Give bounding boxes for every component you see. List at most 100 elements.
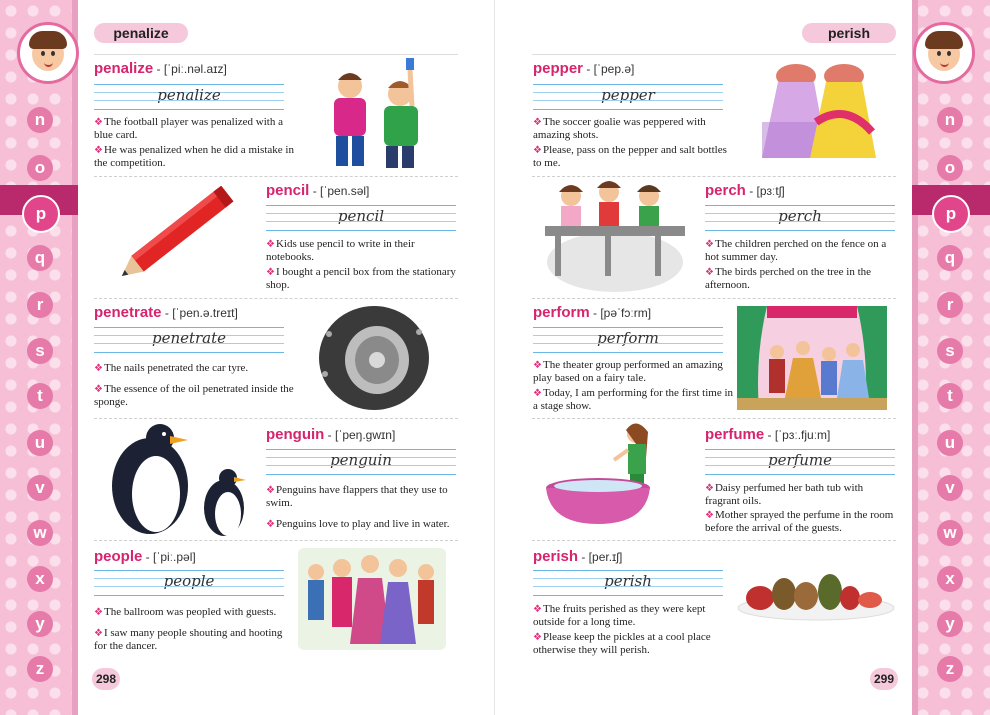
people-crowd-illustration [298, 548, 446, 650]
handwriting-lines: perish [533, 570, 723, 596]
page-header-word: perish [802, 23, 896, 43]
handwriting-word: perform [597, 329, 659, 347]
example-sentence: ❖The ballroom was peopled with guests. [94, 606, 277, 618]
alphabet-tab-w[interactable]: w [937, 520, 963, 546]
divider [532, 298, 896, 299]
handwriting-word: penguin [330, 451, 392, 469]
handwriting-word: penalize [157, 86, 221, 104]
divider [94, 54, 458, 55]
alphabet-tab-x[interactable]: x [937, 566, 963, 592]
alphabet-tab-z[interactable]: z [27, 656, 53, 682]
example-sentence: ❖The theater group performed an amazing … [533, 359, 723, 384]
entry-word: perfume [705, 426, 765, 443]
handwriting-word: pencil [337, 207, 385, 225]
alphabet-tab-p[interactable]: p [22, 195, 60, 233]
page-header-word: penalize [94, 23, 188, 43]
handwriting-word: penetrate [151, 329, 227, 347]
example-sentence: ❖Penguins love to play and live in water… [266, 518, 450, 530]
handwriting-word: perish [604, 572, 652, 590]
alphabet-tab-s[interactable]: s [937, 338, 963, 364]
divider [94, 540, 458, 541]
entry-phonetic: - [ˈpiː.nəl.aɪz] [153, 62, 227, 76]
entry-word: people [94, 548, 143, 565]
example-sentence: ❖The children perched on the fence on a … [705, 238, 887, 263]
alphabet-tab-r[interactable]: r [937, 292, 963, 318]
handwriting-word: perfume [768, 451, 832, 469]
alphabet-tab-o[interactable]: o [27, 155, 53, 181]
example-sentence: ❖I saw many people shouting and hooting … [94, 627, 283, 652]
example-sentence: ❖Today, I am performing for the first ti… [533, 387, 734, 412]
alphabet-tab-p[interactable]: p [932, 195, 970, 233]
penguins-illustration [112, 424, 246, 536]
alphabet-tab-s[interactable]: s [27, 338, 53, 364]
divider [532, 418, 896, 419]
divider [94, 298, 458, 299]
example-sentence: ❖The essence of the oil penetrated insid… [94, 383, 294, 408]
alphabet-tab-v[interactable]: v [27, 475, 53, 501]
example-sentence: ❖The soccer goalie was peppered with ama… [533, 116, 706, 141]
example-sentence: ❖Daisy perfumed her bath tub with fragra… [705, 482, 864, 507]
handwriting-lines: pepper [533, 84, 723, 110]
handwriting-lines: perch [705, 205, 895, 231]
entry-word: pepper [533, 60, 584, 77]
entry-word: perform [533, 304, 590, 321]
alphabet-tab-u[interactable]: u [27, 430, 53, 456]
alphabet-tab-w[interactable]: w [27, 520, 53, 546]
alphabet-tab-x[interactable]: x [27, 566, 53, 592]
example-sentence: ❖Penguins have flappers that they use to… [266, 484, 448, 509]
alphabet-tab-u[interactable]: u [937, 430, 963, 456]
example-sentence: ❖The fruits perished as they were kept o… [533, 603, 706, 628]
entry-word: penguin [266, 426, 325, 443]
entry-perfume: perfume - [ˈpɜː.fjuːm] [705, 426, 830, 444]
alphabet-tab-q[interactable]: q [937, 245, 963, 271]
entry-phonetic: - [ˈpeŋ.ɡwɪn] [324, 428, 396, 442]
entry-phonetic: - [ˈpɜː.fjuːm] [764, 428, 831, 442]
handwriting-word: perch [778, 207, 822, 225]
example-sentence: ❖He was penalized when he did a mistake … [94, 144, 294, 169]
boy-avatar-icon [913, 22, 975, 84]
entry-penalize: penalize - [ˈpiː.nəl.aɪz] [94, 60, 227, 78]
pepper-salt-shakers-illustration [762, 64, 876, 158]
example-sentence: ❖Mother sprayed the perfume in the room … [705, 509, 894, 534]
woman-bath-tub-illustration [546, 423, 650, 524]
entry-phonetic: - [pɜːtʃ] [745, 184, 785, 198]
alphabet-tab-y[interactable]: y [937, 611, 963, 637]
divider [532, 176, 896, 177]
handwriting-lines: perform [533, 327, 723, 353]
example-sentence: ❖The football player was penalized with … [94, 116, 283, 141]
alphabet-tab-t[interactable]: t [937, 383, 963, 409]
entry-word: perish [533, 548, 579, 565]
alphabet-tab-q[interactable]: q [27, 245, 53, 271]
example-sentence: ❖Please keep the pickles at a cool place… [533, 631, 711, 656]
handwriting-word: people [163, 572, 215, 590]
handwriting-word: pepper [601, 86, 655, 104]
alphabet-tab-n[interactable]: n [937, 107, 963, 133]
handwriting-lines: penalize [94, 84, 284, 110]
entry-pepper: pepper - [ˈpep.ə] [533, 60, 634, 78]
entry-perish: perish - [per.ɪʃ] [533, 548, 622, 566]
handwriting-lines: penguin [266, 449, 456, 475]
divider [94, 176, 458, 177]
alphabet-tab-r[interactable]: r [27, 292, 53, 318]
entry-word: penalize [94, 60, 154, 77]
handwriting-lines: pencil [266, 205, 456, 231]
boy-avatar-icon [17, 22, 79, 84]
handwriting-lines: penetrate [94, 327, 284, 353]
entry-phonetic: - [per.ɪʃ] [578, 550, 623, 564]
handwriting-lines: people [94, 570, 284, 596]
entry-people: people - [ˈpiː.pəl] [94, 548, 196, 566]
alphabet-tab-n[interactable]: n [27, 107, 53, 133]
alphabet-tab-z[interactable]: z [937, 656, 963, 682]
alphabet-tab-o[interactable]: o [937, 155, 963, 181]
entry-word: perch [705, 182, 746, 199]
alphabet-tab-v[interactable]: v [937, 475, 963, 501]
divider [94, 418, 458, 419]
divider [532, 540, 896, 541]
entry-perform: perform - [pəˈfɔːrm] [533, 304, 651, 322]
children-on-fence-illustration [545, 181, 685, 292]
alphabet-tab-y[interactable]: y [27, 611, 53, 637]
example-sentence: ❖I bought a pencil box from the stationa… [266, 266, 456, 291]
alphabet-tab-t[interactable]: t [27, 383, 53, 409]
entry-pencil: pencil - [ˈpen.səl] [266, 182, 369, 200]
example-sentence: ❖The birds perched on the tree in the af… [705, 266, 872, 291]
